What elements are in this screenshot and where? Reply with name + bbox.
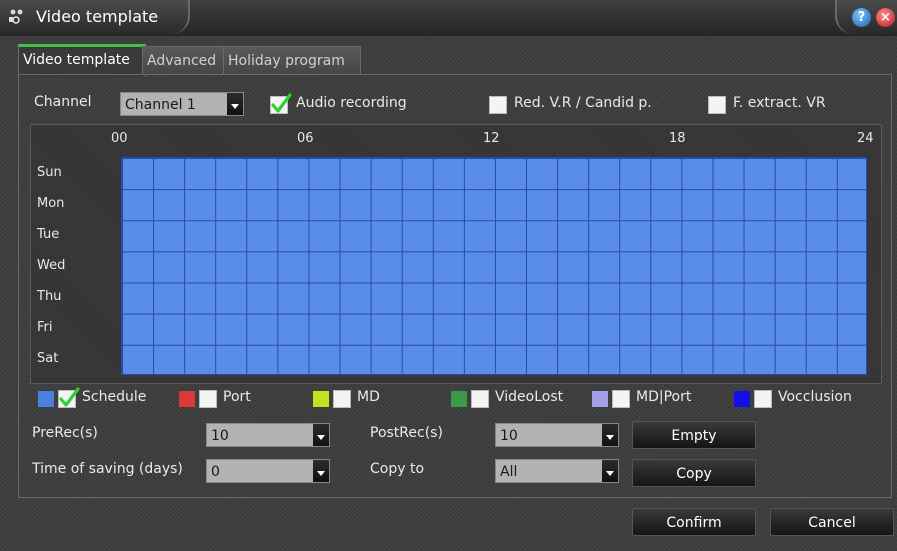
close-icon[interactable]: × (876, 8, 895, 27)
legend-swatch-md (313, 391, 329, 407)
legend-swatch-videolost (451, 391, 467, 407)
postrec-select-value: 10 (500, 428, 518, 444)
hour-label: 18 (669, 131, 686, 146)
audio-recording-label: Audio recording (296, 95, 407, 111)
day-label: Wed (37, 258, 66, 273)
audio-recording-checkbox[interactable] (270, 93, 292, 114)
confirm-button[interactable]: Confirm (632, 508, 756, 536)
day-label: Tue (37, 227, 60, 242)
legend-label-schedule: Schedule (82, 389, 147, 405)
saving-select[interactable]: 0 (206, 459, 330, 483)
day-label: Mon (37, 196, 65, 211)
title-bar: Video template ? × (0, 0, 897, 36)
title-tab: Video template (0, 0, 190, 34)
legend-swatch-mdport (592, 391, 608, 407)
legend-label-videolost: VideoLost (495, 389, 564, 405)
day-label: Fri (37, 320, 53, 335)
md-legend-checkbox[interactable] (333, 390, 351, 408)
help-icon[interactable]: ? (852, 8, 871, 27)
window-title: Video template (36, 7, 159, 26)
port-legend-checkbox[interactable] (199, 390, 217, 408)
chevron-down-icon (602, 424, 618, 446)
legend-swatch-port (179, 391, 195, 407)
app-icon (8, 6, 30, 26)
mdport-legend-checkbox[interactable] (612, 390, 630, 408)
red-vr-checkbox[interactable] (489, 96, 507, 114)
tab-holiday-program[interactable]: Holiday program (223, 46, 361, 75)
legend-label-mdport: MD|Port (636, 389, 692, 405)
chevron-down-icon (313, 424, 329, 446)
hour-label: 24 (857, 131, 874, 146)
schedule-area: 00 06 12 18 24 Sun Mon Tue Wed Thu Fri S… (30, 124, 882, 384)
legend-label-port: Port (223, 389, 251, 405)
vocclusion-legend-checkbox[interactable] (754, 390, 772, 408)
tab-advanced[interactable]: Advanced (142, 46, 228, 75)
hour-label: 00 (111, 131, 128, 146)
cancel-button[interactable]: Cancel (770, 508, 894, 536)
empty-button[interactable]: Empty (632, 421, 756, 449)
videolost-legend-checkbox[interactable] (471, 390, 489, 408)
schedule-grid[interactable] (121, 157, 867, 375)
postrec-label: PostRec(s) (370, 425, 443, 441)
f-extract-checkbox[interactable] (708, 96, 726, 114)
chevron-down-icon (313, 460, 329, 482)
legend-swatch-schedule (38, 391, 54, 407)
prerec-select-value: 10 (211, 428, 229, 444)
day-label: Sun (37, 165, 62, 180)
chevron-down-icon (227, 93, 243, 115)
red-vr-label: Red. V.R / Candid p. (514, 95, 652, 111)
channel-select-value: Channel 1 (125, 97, 196, 113)
day-label: Thu (37, 289, 62, 304)
legend-label-md: MD (357, 389, 380, 405)
hour-label: 06 (297, 131, 314, 146)
prerec-label: PreRec(s) (32, 425, 98, 441)
postrec-select[interactable]: 10 (495, 423, 619, 447)
legend-swatch-vocclusion (734, 391, 750, 407)
saving-select-value: 0 (211, 464, 220, 480)
copyto-select[interactable]: All (495, 459, 619, 483)
copy-button[interactable]: Copy (632, 459, 756, 487)
checkmark-icon (271, 93, 292, 113)
prerec-select[interactable]: 10 (206, 423, 330, 447)
saving-label: Time of saving (days) (32, 461, 183, 477)
checkmark-icon (59, 387, 80, 407)
legend-label-vocclusion: Vocclusion (778, 389, 852, 405)
channel-select[interactable]: Channel 1 (120, 92, 244, 116)
chevron-down-icon (602, 460, 618, 482)
copyto-label: Copy to (370, 461, 425, 477)
schedule-legend-checkbox[interactable] (58, 387, 80, 408)
day-label: Sat (37, 351, 59, 366)
title-controls: ? × (835, 0, 897, 34)
hour-label: 12 (483, 131, 500, 146)
tab-video-template[interactable]: Video template (18, 44, 146, 77)
channel-label: Channel (34, 94, 92, 110)
copyto-select-value: All (500, 464, 518, 480)
f-extract-label: F. extract. VR (733, 95, 826, 111)
video-template-window: Video template ? × Video template Advanc… (0, 0, 897, 551)
